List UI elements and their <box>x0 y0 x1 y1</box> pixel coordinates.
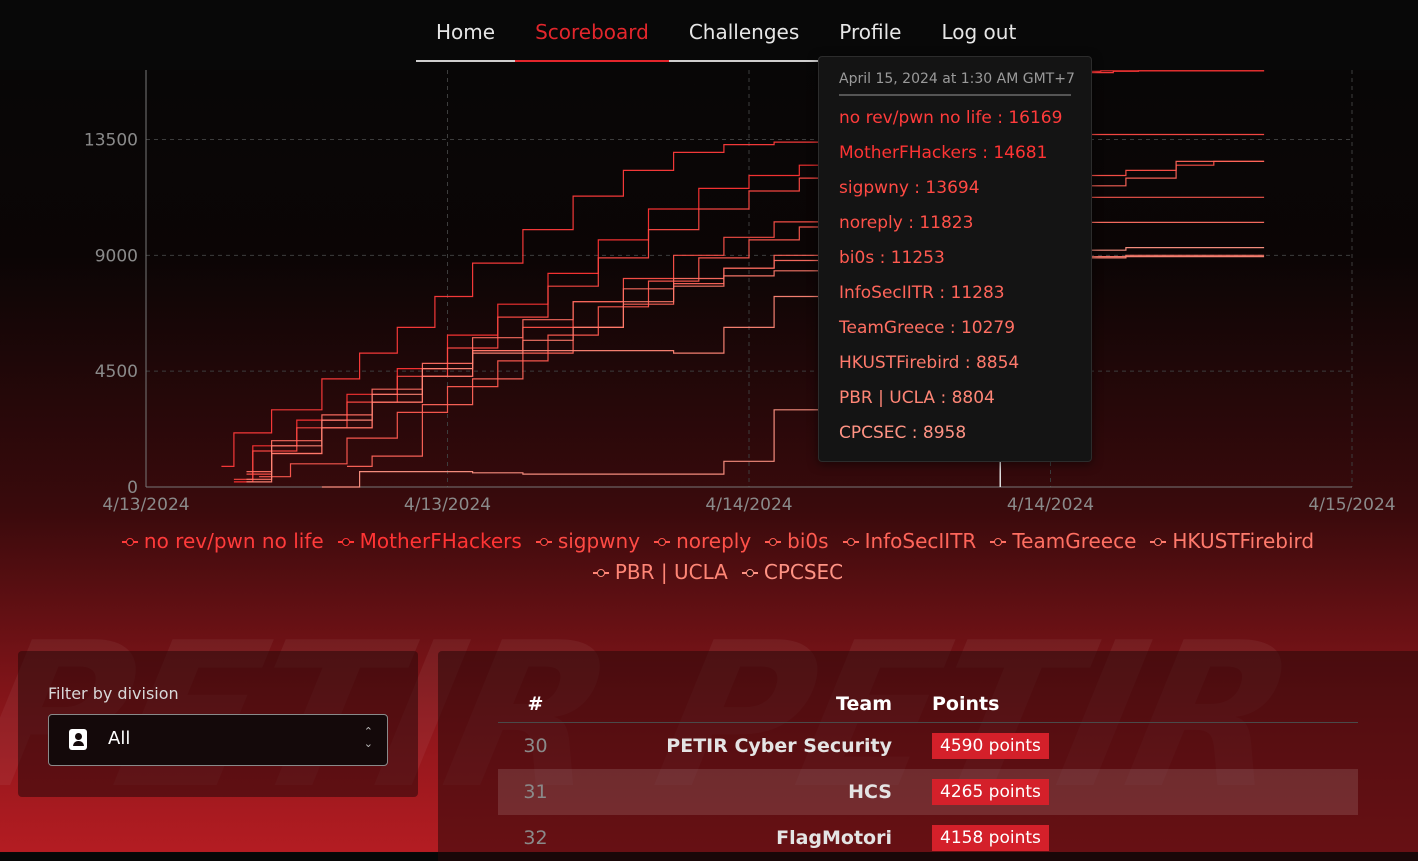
tooltip-entry: PBR | UCLA : 8804 <box>839 388 995 408</box>
chart-legend: no rev/pwn no life MotherFHackers sigpwny n… <box>18 526 1418 588</box>
scoreboard-card: # Team Points 30 PETIR Cyber Security 45… <box>438 651 1418 861</box>
tooltip-entry: noreply : 11823 <box>839 213 974 233</box>
row-team[interactable]: HCS <box>573 781 932 803</box>
legend-marker-icon <box>741 568 758 578</box>
division-select-value: All <box>108 728 131 749</box>
legend-marker-icon <box>121 537 138 547</box>
tooltip-entry: bi0s : 11253 <box>839 248 945 268</box>
legend-item[interactable]: CPCSEC <box>741 557 844 588</box>
series-line-6[interactable] <box>246 221 1265 473</box>
y-tick-label: 13500 <box>84 131 138 151</box>
row-rank: 30 <box>523 735 548 757</box>
division-select[interactable]: All ⌃ ⌄ <box>48 714 388 766</box>
row-team[interactable]: FlagMotori <box>573 827 932 849</box>
legend-marker-icon <box>535 537 552 547</box>
row-rank: 31 <box>523 781 548 803</box>
legend-label: noreply <box>676 529 752 553</box>
row-team[interactable]: PETIR Cyber Security <box>573 735 932 757</box>
legend-item[interactable]: sigpwny <box>535 526 641 557</box>
legend-label: TeamGreece <box>1012 529 1137 553</box>
legend-marker-icon <box>990 537 1007 547</box>
series-line-4[interactable] <box>259 196 1265 478</box>
series-line-5[interactable] <box>347 160 1265 467</box>
nav-home[interactable]: Home <box>416 12 515 60</box>
legend-label: no rev/pwn no life <box>143 529 324 553</box>
legend-row: no rev/pwn no life MotherFHackers sigpwny n… <box>18 526 1418 557</box>
header-rank: # <box>527 693 544 715</box>
legend-marker-icon <box>842 537 859 547</box>
legend-label: HKUSTFirebird <box>1172 529 1315 553</box>
tooltip-entry: sigpwny : 13694 <box>839 178 980 198</box>
chart-tooltip: April 15, 2024 at 1:30 AM GMT+7 no rev/p… <box>818 56 1092 462</box>
legend-item[interactable]: TeamGreece <box>990 526 1136 557</box>
legend-label: sigpwny <box>557 529 641 553</box>
legend-label: bi0s <box>787 529 829 553</box>
legend-marker-icon <box>1150 537 1167 547</box>
y-tick-label: 9000 <box>95 246 138 266</box>
filter-card: Filter by division All ⌃ ⌄ <box>18 651 418 797</box>
x-tick-label: 4/15/2024 <box>1308 495 1395 515</box>
header-team: Team <box>836 693 892 715</box>
legend-marker-icon <box>765 537 782 547</box>
legend-item[interactable]: InfoSecIITR <box>842 526 977 557</box>
nav-scoreboard[interactable]: Scoreboard <box>515 12 669 62</box>
x-tick-label: 4/14/2024 <box>1007 495 1094 515</box>
x-tick-label: 4/13/2024 <box>102 495 189 515</box>
legend-label: MotherFHackers <box>359 529 522 553</box>
legend-item[interactable]: MotherFHackers <box>337 526 522 557</box>
legend-marker-icon <box>592 568 609 578</box>
score-chart[interactable]: 045009000135004/13/2024 4/13/2024 4/14/202… <box>18 70 1418 526</box>
legend-item[interactable]: HKUSTFirebird <box>1150 526 1314 557</box>
tooltip-date: April 15, 2024 at 1:30 AM GMT+7 <box>839 71 1075 87</box>
legend-row: PBR | UCLA CPCSEC <box>18 557 1418 588</box>
table-row[interactable]: 31 HCS 4265 points <box>498 769 1358 815</box>
table-row[interactable]: 30 PETIR Cyber Security 4590 points <box>498 723 1358 769</box>
points-badge: 4158 points <box>932 825 1049 851</box>
header-points: Points <box>932 693 1000 715</box>
series-line-7[interactable] <box>246 254 1265 480</box>
top-navbar: Home Scoreboard Challenges Profile Log o… <box>0 0 1418 70</box>
nav-profile[interactable]: Profile <box>819 12 921 60</box>
legend-label: PBR | UCLA <box>614 560 728 584</box>
legend-marker-icon <box>337 537 354 547</box>
legend-item[interactable]: bi0s <box>765 526 829 557</box>
table-header: # Team Points <box>498 686 1358 723</box>
table-row[interactable]: 32 FlagMotori 4158 points <box>498 815 1358 861</box>
x-tick-label: 4/14/2024 <box>705 495 792 515</box>
tooltip-entry: InfoSecIITR : 11283 <box>839 283 1005 303</box>
main-nav: Home Scoreboard Challenges Profile Log o… <box>416 12 1037 62</box>
nav-logout[interactable]: Log out <box>921 12 1036 60</box>
contact-card-icon <box>69 729 87 750</box>
series-line-8[interactable] <box>246 256 1265 483</box>
legend-item[interactable]: no rev/pwn no life <box>121 526 324 557</box>
filter-label: Filter by division <box>48 684 179 703</box>
x-tick-label: 4/13/2024 <box>404 495 491 515</box>
tooltip-entry: TeamGreece : 10279 <box>839 318 1016 338</box>
tooltip-entry: no rev/pwn no life : 16169 <box>839 108 1063 128</box>
legend-item[interactable]: noreply <box>654 526 751 557</box>
tooltip-entry: MotherFHackers : 14681 <box>839 143 1048 163</box>
legend-label: InfoSecIITR <box>864 529 977 553</box>
tooltip-entry: HKUSTFirebird : 8854 <box>839 353 1020 373</box>
scoreboard-table: # Team Points 30 PETIR Cyber Security 45… <box>498 686 1358 861</box>
points-badge: 4590 points <box>932 733 1049 759</box>
series-line-3[interactable] <box>246 160 1265 475</box>
tooltip-divider <box>839 94 1071 96</box>
legend-item[interactable]: PBR | UCLA <box>592 557 728 588</box>
chevron-up-down-icon: ⌃ ⌄ <box>363 725 373 750</box>
tooltip-entry: CPCSEC : 8958 <box>839 423 967 443</box>
legend-label: CPCSEC <box>763 560 844 584</box>
legend-marker-icon <box>654 537 671 547</box>
y-tick-label: 4500 <box>95 362 138 382</box>
nav-challenges[interactable]: Challenges <box>669 12 819 60</box>
series-line-9[interactable] <box>321 247 1265 488</box>
points-badge: 4265 points <box>932 779 1049 805</box>
row-rank: 32 <box>523 827 548 849</box>
tooltip-list: no rev/pwn no life : 16169 MotherFHackers… <box>839 107 1062 457</box>
